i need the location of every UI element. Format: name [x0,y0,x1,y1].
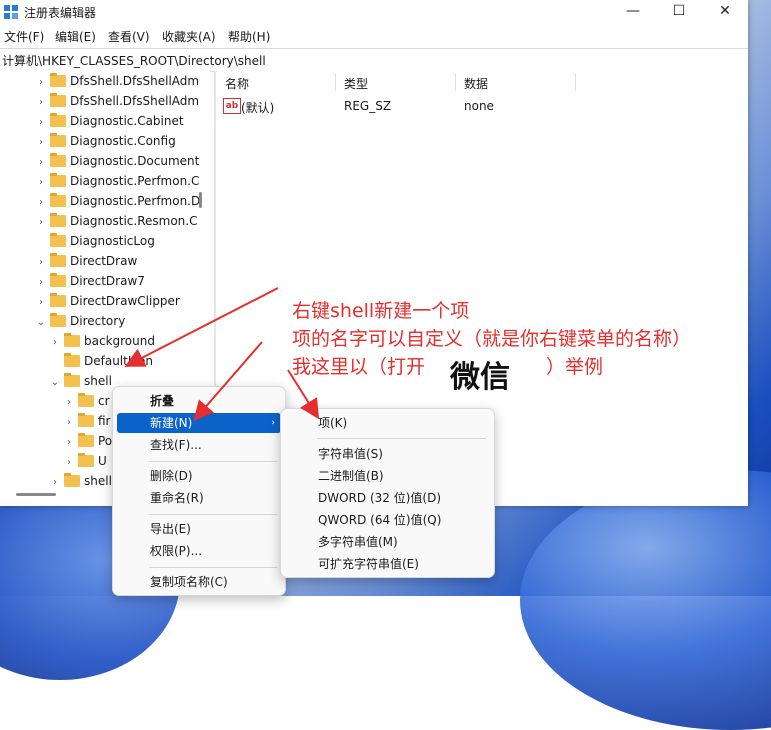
annotation-arrows [124,287,320,422]
arrow-to-shell [124,287,279,367]
arrow-to-new-item [193,341,263,422]
arrow-to-key-item [287,369,320,420]
